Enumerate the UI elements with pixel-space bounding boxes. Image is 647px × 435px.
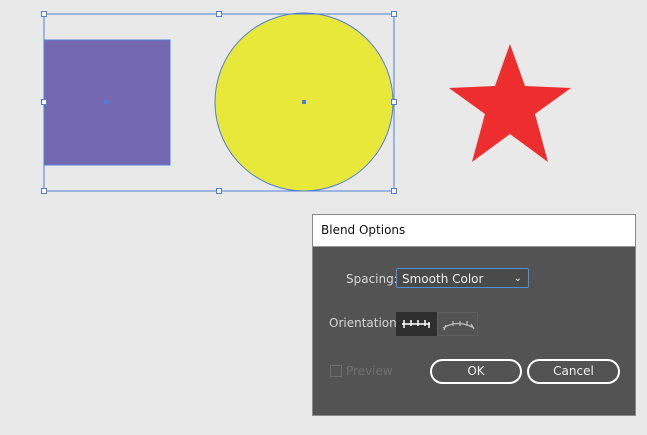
spacing-value: Smooth Color (402, 272, 484, 286)
orientation-label: Orientation: (329, 316, 401, 330)
chevron-down-icon: ⌄ (513, 273, 522, 284)
center-point (104, 100, 108, 104)
preview-checkbox[interactable] (330, 365, 342, 377)
preview-label: Preview (346, 364, 393, 378)
blend-options-dialog: Blend Options Spacing: Smooth Color ⌄ Ori… (312, 214, 636, 416)
align-to-page-button[interactable] (396, 312, 437, 336)
spacing-label: Spacing: (346, 272, 398, 286)
dialog-title: Blend Options (313, 215, 635, 247)
center-point (302, 100, 306, 104)
align-to-path-icon (442, 321, 475, 331)
spacing-select[interactable]: Smooth Color ⌄ (396, 268, 529, 288)
ok-button[interactable]: OK (430, 359, 522, 384)
align-to-path-button[interactable] (437, 312, 478, 336)
cancel-button[interactable]: Cancel (527, 359, 620, 384)
red-star[interactable] (449, 44, 571, 162)
align-to-page-icon (402, 320, 430, 328)
